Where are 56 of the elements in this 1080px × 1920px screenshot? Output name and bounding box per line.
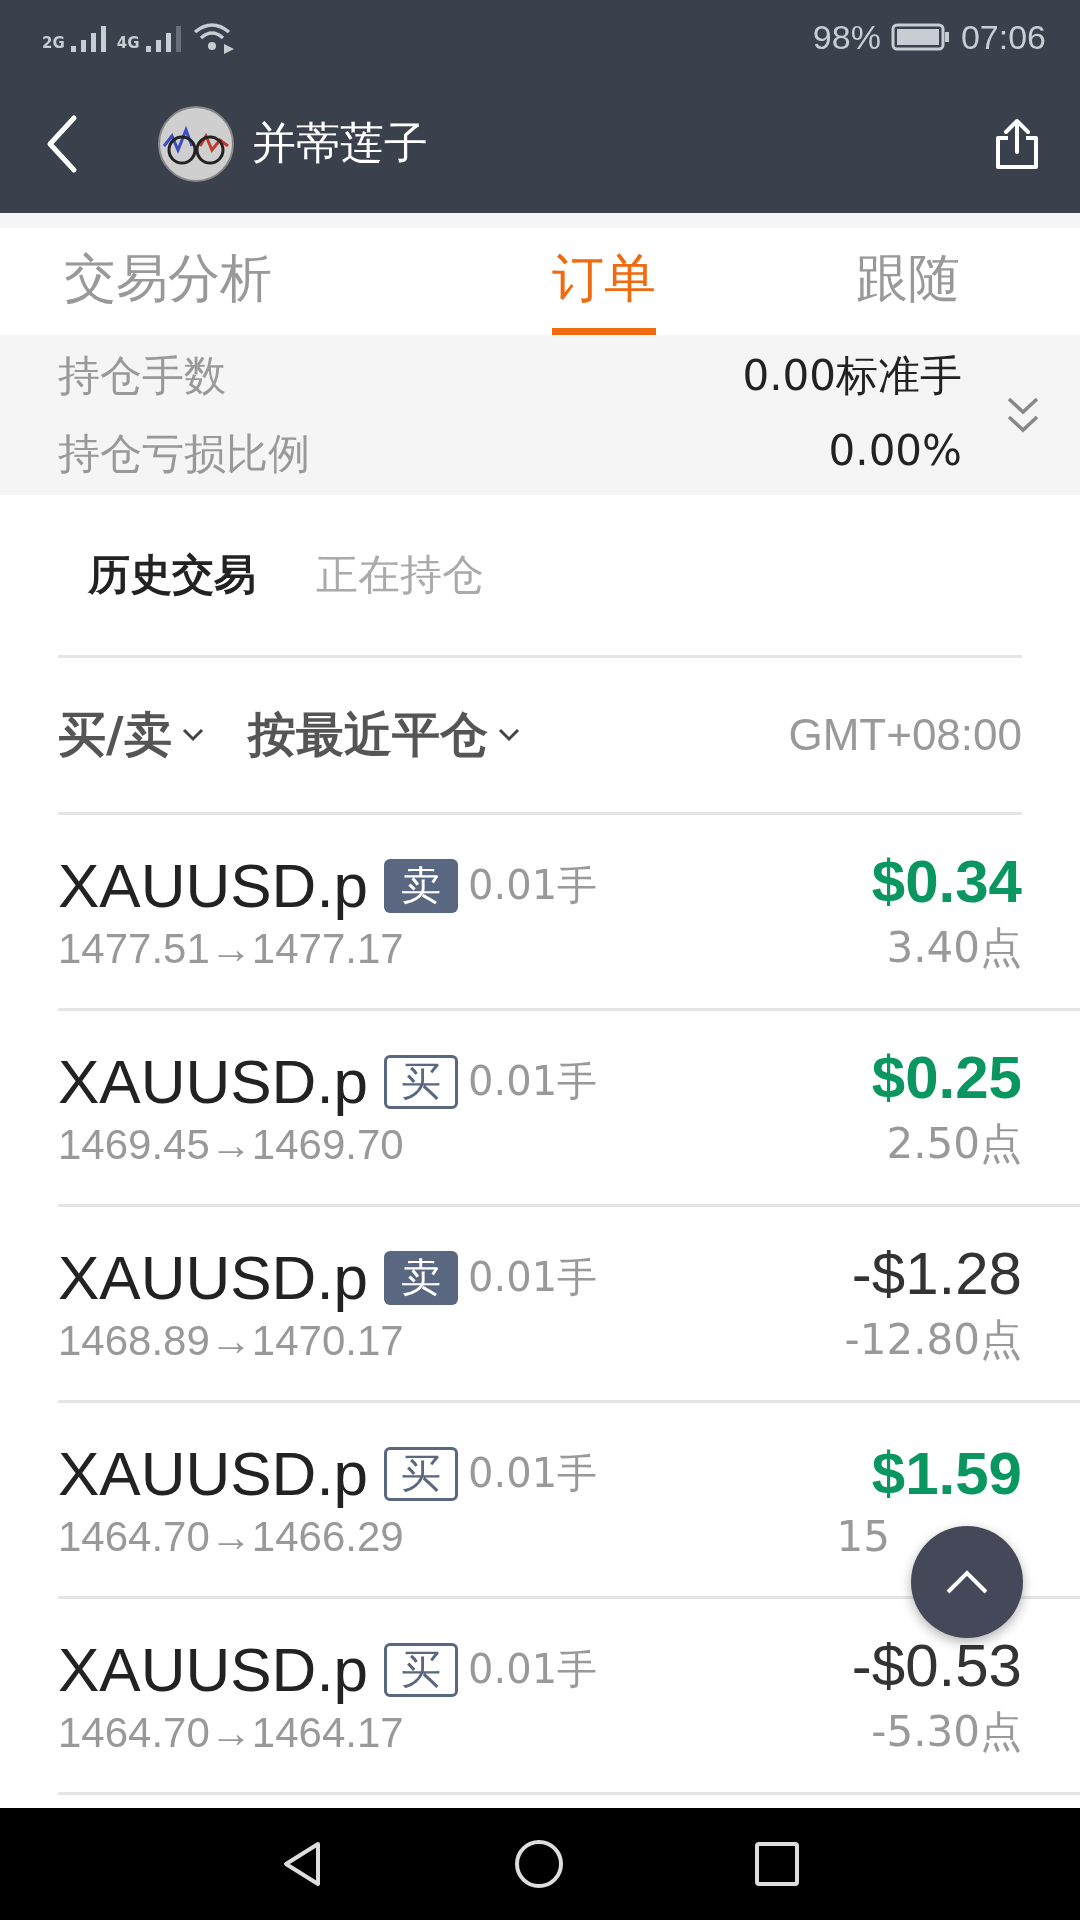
summary-value: 0.00%	[828, 426, 962, 477]
symbol: XAUUSD.p	[58, 1634, 369, 1705]
points-value: -12.80点	[844, 1314, 1022, 1366]
lot-size: 0.01手	[468, 1057, 598, 1106]
lot-size: 0.01手	[468, 1253, 598, 1302]
clock: 07:06	[960, 17, 1046, 57]
summary-label: 持仓手数	[58, 350, 226, 402]
network-label: 4G	[116, 34, 140, 52]
filter-dropdown[interactable]: 按最近平仓	[247, 703, 520, 767]
battery-percent: 98%	[812, 17, 881, 57]
chevron-up-icon	[945, 1569, 989, 1595]
tab[interactable]: 交易分析	[64, 228, 272, 335]
profit-amount: $0.34	[871, 847, 1022, 916]
price-range: 1469.45→1469.70	[58, 1121, 405, 1169]
recents-nav-icon[interactable]	[754, 1841, 800, 1887]
battery-icon	[890, 22, 951, 52]
profit-amount: -$1.28	[851, 1239, 1022, 1308]
points-value: -5.30点	[871, 1706, 1022, 1758]
summary-value: 0.00标准手	[742, 350, 962, 402]
share-icon[interactable]	[994, 117, 1040, 170]
side-tag: 买	[384, 1642, 459, 1697]
price-range: 1464.70→1466.29	[58, 1513, 405, 1561]
wifi-icon	[191, 20, 236, 54]
timezone-label: GMT+08:00	[788, 710, 1022, 760]
side-tag: 卖	[384, 858, 459, 913]
price-range: 1477.51→1477.17	[58, 925, 405, 973]
tab[interactable]: 跟随	[856, 228, 960, 335]
lot-size: 0.01手	[468, 1449, 598, 1498]
points-value: 2.50点	[886, 1118, 1022, 1170]
filter-dropdown[interactable]: 买/卖	[58, 703, 204, 767]
profit-amount: -$0.53	[851, 1631, 1022, 1700]
points-value: 3.40点	[886, 922, 1022, 974]
expand-icon[interactable]	[1006, 395, 1040, 435]
profile-name: 并蒂莲子	[252, 116, 429, 170]
profit-amount: $0.25	[871, 1043, 1022, 1112]
side-tag: 卖	[384, 1250, 459, 1305]
symbol: XAUUSD.p	[58, 850, 369, 921]
symbol: XAUUSD.p	[58, 1242, 369, 1313]
price-range: 1464.70→1464.17	[58, 1709, 405, 1757]
symbol: XAUUSD.p	[58, 1438, 369, 1509]
tab[interactable]: 正在持仓	[316, 547, 484, 603]
chevron-down-icon	[181, 728, 204, 742]
lot-size: 0.01手	[468, 861, 598, 910]
points-value: 15	[836, 1511, 890, 1561]
tab[interactable]: 历史交易	[88, 547, 256, 603]
side-tag: 买	[384, 1446, 459, 1501]
summary-label: 持仓亏损比例	[58, 428, 310, 480]
home-nav-icon[interactable]	[514, 1839, 564, 1889]
network-label: 2G	[42, 34, 65, 52]
lot-size: 0.01手	[468, 1645, 598, 1694]
scroll-top-button[interactable]	[911, 1526, 1023, 1638]
profit-amount: $1.59	[871, 1438, 1022, 1508]
symbol: XAUUSD.p	[58, 1046, 369, 1117]
chevron-down-icon	[497, 728, 520, 742]
side-tag: 买	[384, 1054, 459, 1109]
price-range: 1468.89→1470.17	[58, 1317, 405, 1365]
